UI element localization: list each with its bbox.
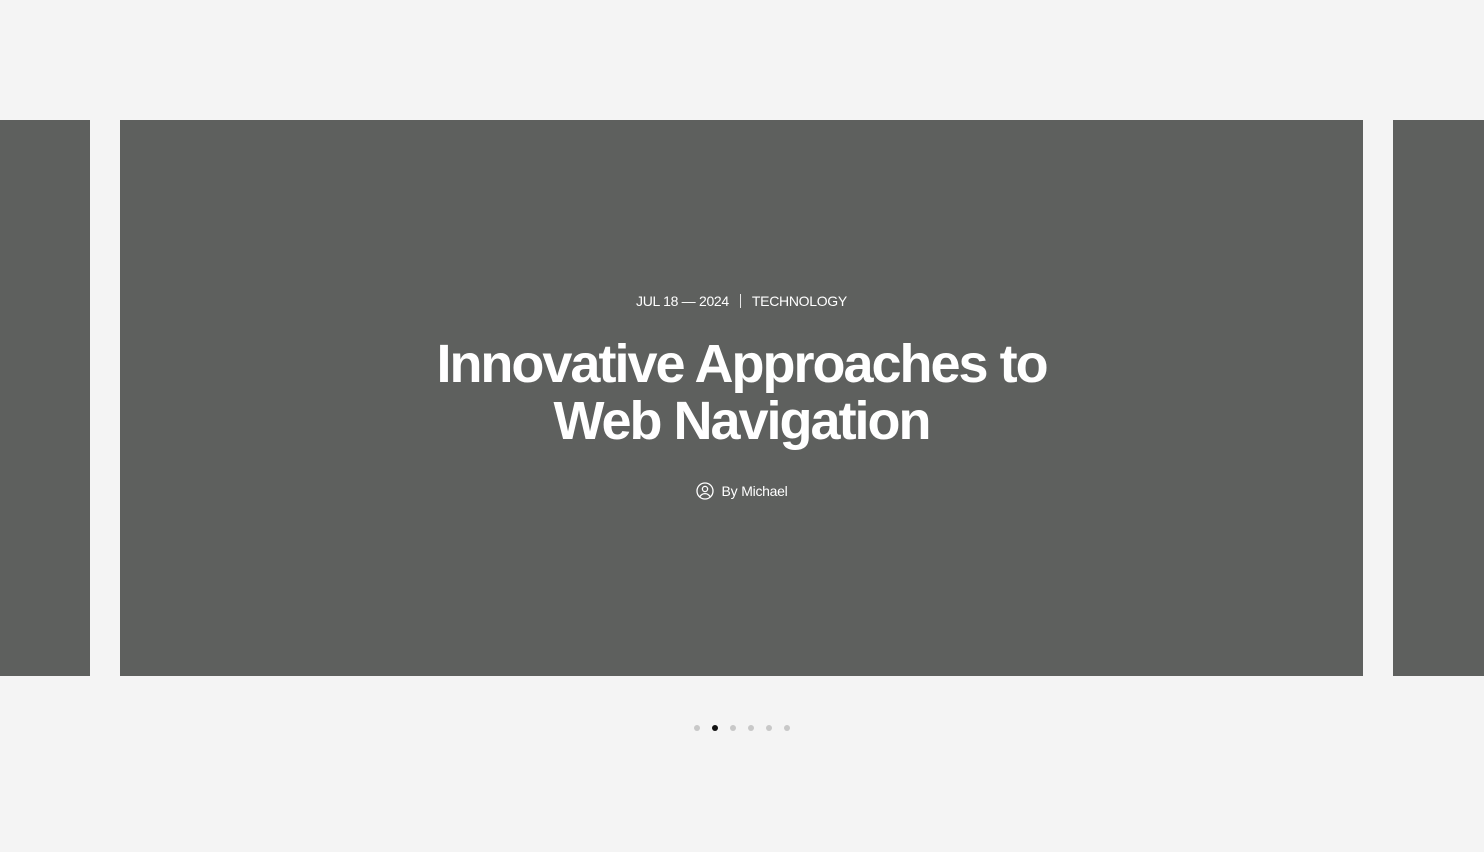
pagination-dot-4[interactable] [748, 725, 754, 731]
post-title: Innovative Approaches to Web Navigation [120, 336, 1363, 450]
pagination-dot-5[interactable] [766, 725, 772, 731]
category-link[interactable]: TECHNOLOGY [752, 293, 847, 309]
post-title-link[interactable]: Innovative Approaches to Web Navigation [436, 334, 1048, 451]
pagination-dot-6[interactable] [784, 725, 790, 731]
current-slide: JUL 18 — 2024 TECHNOLOGY Innovative Appr… [120, 120, 1363, 676]
user-circle-icon [695, 482, 714, 500]
post-meta: JUL 18 — 2024 TECHNOLOGY [120, 292, 1363, 310]
pagination-dot-3[interactable] [730, 725, 736, 731]
author-link[interactable]: Michael [741, 483, 787, 499]
post-author: By Michael [120, 481, 1363, 501]
post-title-line-1: Innovative Approaches to [436, 334, 1048, 394]
previous-slide-link[interactable] [0, 120, 90, 676]
pagination-dot-2[interactable] [712, 725, 718, 731]
pagination-dot-1[interactable] [694, 725, 700, 731]
next-slide-link[interactable] [1393, 120, 1484, 676]
slider-pagination [0, 725, 1484, 731]
meta-divider [739, 294, 741, 308]
next-slide-preview[interactable] [1393, 120, 1484, 676]
previous-slide-preview[interactable] [0, 120, 90, 676]
post-title-line-2: Web Navigation [553, 391, 931, 451]
author-prefix: By [721, 483, 738, 499]
post-date: JUL 18 — 2024 [636, 293, 729, 309]
